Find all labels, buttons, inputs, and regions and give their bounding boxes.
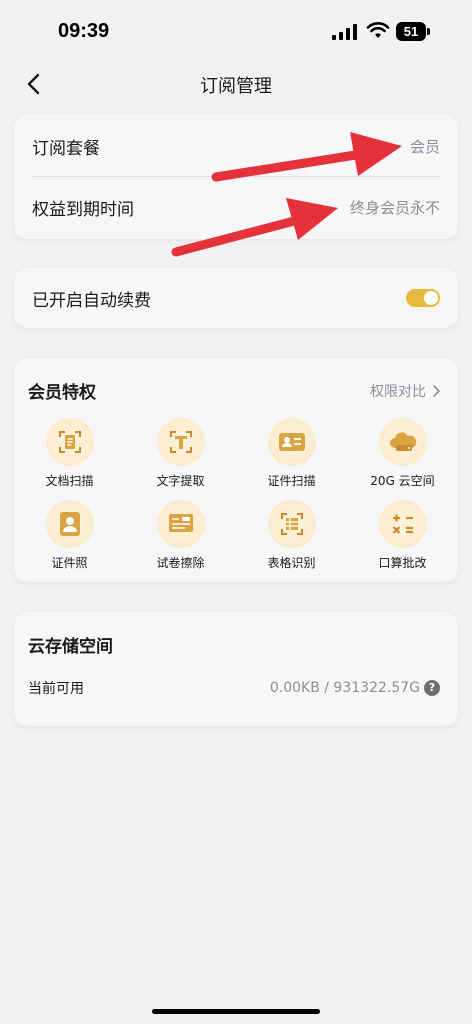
storage-row: 当前可用 0.00KB / 931322.57G ? (28, 678, 440, 698)
feature-id-photo[interactable]: 证件照 (14, 500, 125, 576)
feature-exam-erase[interactable]: 试卷擦除 (125, 500, 236, 576)
calculator-icon (378, 500, 427, 548)
feature-cloud-storage[interactable]: 20G 云空间 (347, 418, 458, 494)
feature-label: 证件照 (51, 556, 88, 570)
feature-id-card-scan[interactable]: 证件扫描 (236, 418, 347, 494)
cloud-storage-icon (378, 418, 427, 466)
feature-label: 试卷擦除 (156, 556, 205, 570)
battery-cap (427, 28, 430, 35)
feature-label: 证件扫描 (267, 474, 316, 488)
plan-label: 订阅套餐 (32, 138, 100, 159)
feature-label: 文字提取 (156, 474, 205, 488)
document-scan-icon (45, 418, 94, 466)
toggle-knob (424, 291, 438, 305)
storage-available-value: 0.00KB / 931322.57G ? (270, 680, 440, 696)
page-title: 订阅管理 (200, 76, 272, 97)
plan-row[interactable]: 订阅套餐 会员 (32, 131, 440, 161)
table-recognize-icon (267, 500, 316, 548)
expiry-value: 终身会员永不 (349, 198, 440, 217)
storage-value-text: 0.00KB / 931322.57G (269, 680, 420, 696)
privileges-header: 会员特权 权限对比 (28, 378, 440, 403)
feature-calculator[interactable]: 口算批改 (347, 500, 458, 576)
auto-renew-label: 已开启自动续费 (32, 290, 151, 311)
status-time: 09:39 (58, 20, 110, 42)
auto-renew-row: 已开启自动续费 (32, 283, 440, 313)
feature-document-scan[interactable]: 文档扫描 (14, 418, 125, 494)
auto-renew-toggle[interactable] (406, 289, 440, 307)
status-bar: 09:39 51 (0, 0, 472, 60)
exam-erase-icon (156, 500, 205, 548)
feature-label: 表格识别 (267, 556, 316, 570)
feature-table-recognize[interactable]: 表格识别 (236, 500, 347, 576)
auto-renew-card: 已开启自动续费 (14, 268, 458, 328)
feature-label: 20G 云空间 (370, 474, 435, 488)
expiry-label: 权益到期时间 (32, 199, 134, 220)
divider (32, 176, 440, 177)
home-indicator (152, 1009, 320, 1014)
compare-link[interactable]: 权限对比 (370, 381, 440, 401)
subscription-card: 订阅套餐 会员 权益到期时间 终身会员永不 (14, 114, 458, 239)
help-icon[interactable]: ? (424, 680, 440, 696)
storage-available-label: 当前可用 (28, 681, 84, 697)
feature-grid: 文档扫描 文字提取 证件扫描 20G 云空间 证件照 试卷擦除 表格识别 口算批… (14, 418, 458, 576)
storage-card: 云存储空间 当前可用 0.00KB / 931322.57G ? (14, 612, 458, 726)
id-card-scan-icon (267, 418, 316, 466)
text-extract-icon (156, 418, 205, 466)
compare-label: 权限对比 (370, 383, 426, 400)
storage-title: 云存储空间 (28, 637, 113, 657)
battery-indicator: 51 (396, 22, 430, 41)
nav-bar: 订阅管理 (0, 60, 472, 108)
signal-icon (332, 24, 357, 40)
feature-label: 文档扫描 (45, 474, 94, 488)
privileges-title: 会员特权 (28, 383, 96, 403)
id-photo-icon (45, 500, 94, 548)
chevron-right-icon (433, 384, 440, 397)
feature-label: 口算批改 (378, 556, 427, 570)
privileges-card: 会员特权 权限对比 文档扫描 文字提取 证件扫描 20G 云空间 证件照 试卷擦… (14, 358, 458, 582)
expiry-row[interactable]: 权益到期时间 终身会员永不 (32, 192, 440, 222)
plan-value: 会员 (409, 137, 440, 156)
feature-text-extract[interactable]: 文字提取 (125, 418, 236, 494)
wifi-icon (366, 22, 390, 38)
battery-level: 51 (396, 22, 426, 41)
